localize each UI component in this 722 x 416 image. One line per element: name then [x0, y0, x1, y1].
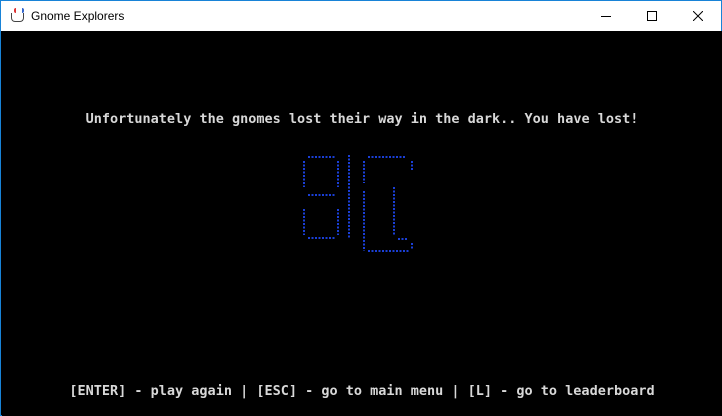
java-cup-icon: [9, 8, 25, 24]
maximize-icon: [647, 11, 657, 21]
controls-hint: [ENTER] - play again | [ESC] - go to mai…: [69, 383, 655, 399]
app-window: Gnome Explorers Unfortunately the gnomes…: [0, 0, 722, 416]
close-button[interactable]: [675, 1, 721, 31]
title-bar[interactable]: Gnome Explorers: [1, 1, 721, 31]
window-title: Gnome Explorers: [31, 9, 125, 23]
maximize-button[interactable]: [629, 1, 675, 31]
close-icon: [693, 11, 703, 21]
game-canvas[interactable]: Unfortunately the gnomes lost their way …: [2, 31, 722, 416]
minimize-icon: [601, 16, 611, 17]
loss-message: Unfortunately the gnomes lost their way …: [85, 111, 639, 127]
window-controls: [583, 1, 721, 31]
sad-emoticon-icon: [303, 155, 413, 252]
minimize-button[interactable]: [583, 1, 629, 31]
